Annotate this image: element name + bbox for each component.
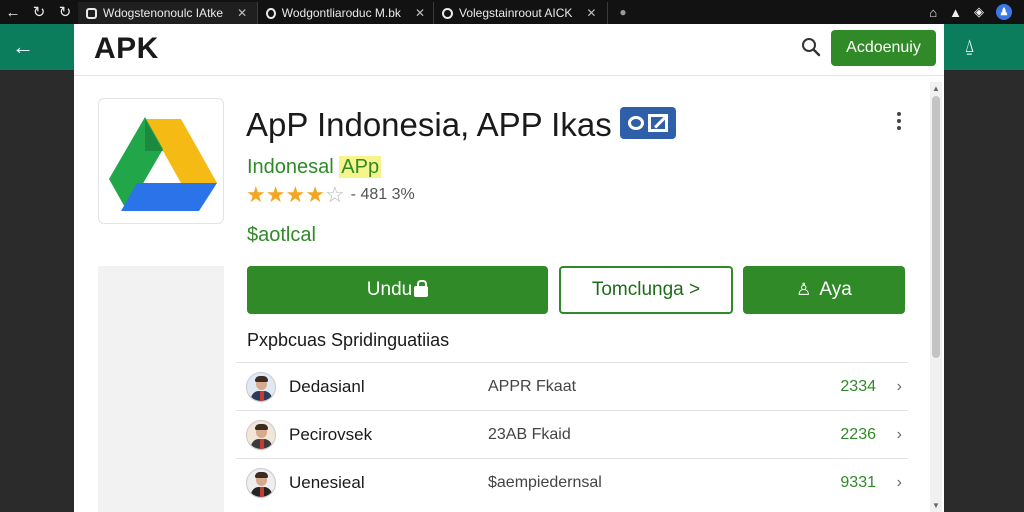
section-title: Pxpbcuas Spridinguatiias xyxy=(247,330,450,350)
developer-name[interactable]: Indonesal APp xyxy=(247,156,382,179)
search-icon[interactable] xyxy=(800,36,822,58)
list-item-count: 9331 xyxy=(840,473,876,491)
list-item-desc: APPR Fkaat xyxy=(488,377,577,395)
tab-title: Wodgontliaroduc M.bk xyxy=(281,6,401,20)
star-empty-icon: ☆ xyxy=(324,182,345,207)
avatar xyxy=(246,420,276,450)
site-header: APK Acdoenuiy xyxy=(74,24,944,76)
reload-icon[interactable]: ↻ xyxy=(52,0,78,24)
browser-tab-strip: ← ↻ ↻ Wdogstenonoulc IAtke ✕ Wodgontliar… xyxy=(0,0,1024,24)
install-button-label: Undu xyxy=(366,279,413,300)
shield-icon[interactable]: ◈ xyxy=(974,4,984,20)
developer-highlight: APp xyxy=(339,156,382,178)
rating-value: - 481 3% xyxy=(350,186,415,203)
home-icon[interactable]: ⌂ xyxy=(929,5,937,20)
avatar xyxy=(246,372,276,402)
back-arrow-icon[interactable]: ← xyxy=(12,34,34,60)
tab-favicon-icon xyxy=(266,7,276,19)
app-page: APK Acdoenuiy ApP Indonesia, APP Ikas In… xyxy=(74,24,944,512)
list-item-name: Dedasianl xyxy=(289,376,365,396)
back-nav-icon[interactable]: ← xyxy=(0,0,26,24)
close-tab-icon[interactable]: ✕ xyxy=(237,6,247,20)
lock-icon xyxy=(414,279,429,297)
chevron-right-icon: › xyxy=(896,425,902,443)
flask-icon[interactable]: ⍙ xyxy=(964,36,975,57)
tab-title: Wdogstenonoulc IAtke xyxy=(103,6,224,20)
star-filled-icon: ★ xyxy=(305,182,325,207)
tab-3[interactable]: Volegstainroout AICK ✕ xyxy=(434,2,608,24)
app-title: ApP Indonesia, APP Ikas xyxy=(246,106,676,144)
close-tab-icon[interactable]: ✕ xyxy=(415,6,425,20)
right-green-bar: ⍙ xyxy=(944,24,1024,70)
list-item[interactable]: Dedasianl APPR Fkaat 2334 › xyxy=(236,362,908,410)
app-title-text: ApP Indonesia, APP Ikas xyxy=(246,106,612,143)
star-filled-icon: ★ xyxy=(285,182,306,207)
browser-tray: ⌂ ▲ ◈ ♟ xyxy=(929,4,1024,20)
list-item-desc: 23AB Fkaid xyxy=(488,425,571,443)
header-action-button[interactable]: Acdoenuiy xyxy=(831,30,936,66)
tab-favicon-icon xyxy=(86,7,97,19)
left-backdrop xyxy=(0,70,74,512)
share-button[interactable]: ♙ Aya xyxy=(743,266,905,314)
more-options-icon[interactable] xyxy=(894,110,904,132)
star-filled-icon: ★ xyxy=(265,182,286,207)
star-filled-icon: ★ xyxy=(246,182,266,207)
install-button[interactable]: Undu xyxy=(247,266,548,314)
developer-prefix: Indonesal xyxy=(247,156,340,178)
scrollbar[interactable]: ▲ ▼ xyxy=(930,82,942,512)
list-item[interactable]: Pecirovsek 23AB Fkaid 2236 › xyxy=(236,410,908,458)
scrollbar-thumb[interactable] xyxy=(932,96,940,358)
new-tab-icon[interactable]: ● xyxy=(608,1,638,23)
tab-1[interactable]: Wdogstenonoulc IAtke ✕ xyxy=(78,2,258,24)
list-item-name: Uenesieal xyxy=(289,472,365,492)
price-label: $aotlcal xyxy=(247,224,316,246)
thumb-up-icon: ♙ xyxy=(796,280,812,299)
list-item-count: 2236 xyxy=(840,425,876,443)
scroll-down-icon[interactable]: ▼ xyxy=(930,501,942,510)
right-backdrop xyxy=(944,70,1024,512)
list-item-desc: $aempiedernsal xyxy=(488,473,602,491)
list-item-name: Pecirovsek xyxy=(289,424,373,444)
chevron-right-icon: › xyxy=(896,473,902,491)
drive-logo-icon xyxy=(109,117,217,211)
secondary-button[interactable]: Tomclunga > xyxy=(559,266,733,314)
tab-favicon-icon xyxy=(442,7,453,19)
badge-icon xyxy=(619,107,676,140)
related-list: Dedasianl APPR Fkaat 2334 › Pecirovsek 2… xyxy=(236,362,908,506)
rating: ★ ★ ★ ★ ☆ - 481 3% xyxy=(246,184,415,206)
forward-nav-icon[interactable]: ↻ xyxy=(26,0,52,24)
avatar xyxy=(246,468,276,498)
app-icon-card xyxy=(98,98,224,224)
screenshot-placeholder xyxy=(98,266,224,512)
share-button-label: Aya xyxy=(819,279,852,300)
list-item[interactable]: Uenesieal $aempiedernsal 9331 › xyxy=(236,458,908,506)
bookmark-icon[interactable]: ▲ xyxy=(949,5,962,20)
scroll-up-icon[interactable]: ▲ xyxy=(930,84,942,93)
chevron-right-icon: › xyxy=(896,377,902,395)
left-green-bar: ← xyxy=(0,24,74,70)
close-tab-icon[interactable]: ✕ xyxy=(586,6,596,20)
profile-icon[interactable]: ♟ xyxy=(996,4,1012,20)
tab-title: Volegstainroout AICK xyxy=(459,6,573,20)
list-item-count: 2334 xyxy=(840,377,876,395)
site-logo[interactable]: APK xyxy=(94,32,159,66)
tab-2[interactable]: Wodgontliaroduc M.bk ✕ xyxy=(258,2,434,24)
